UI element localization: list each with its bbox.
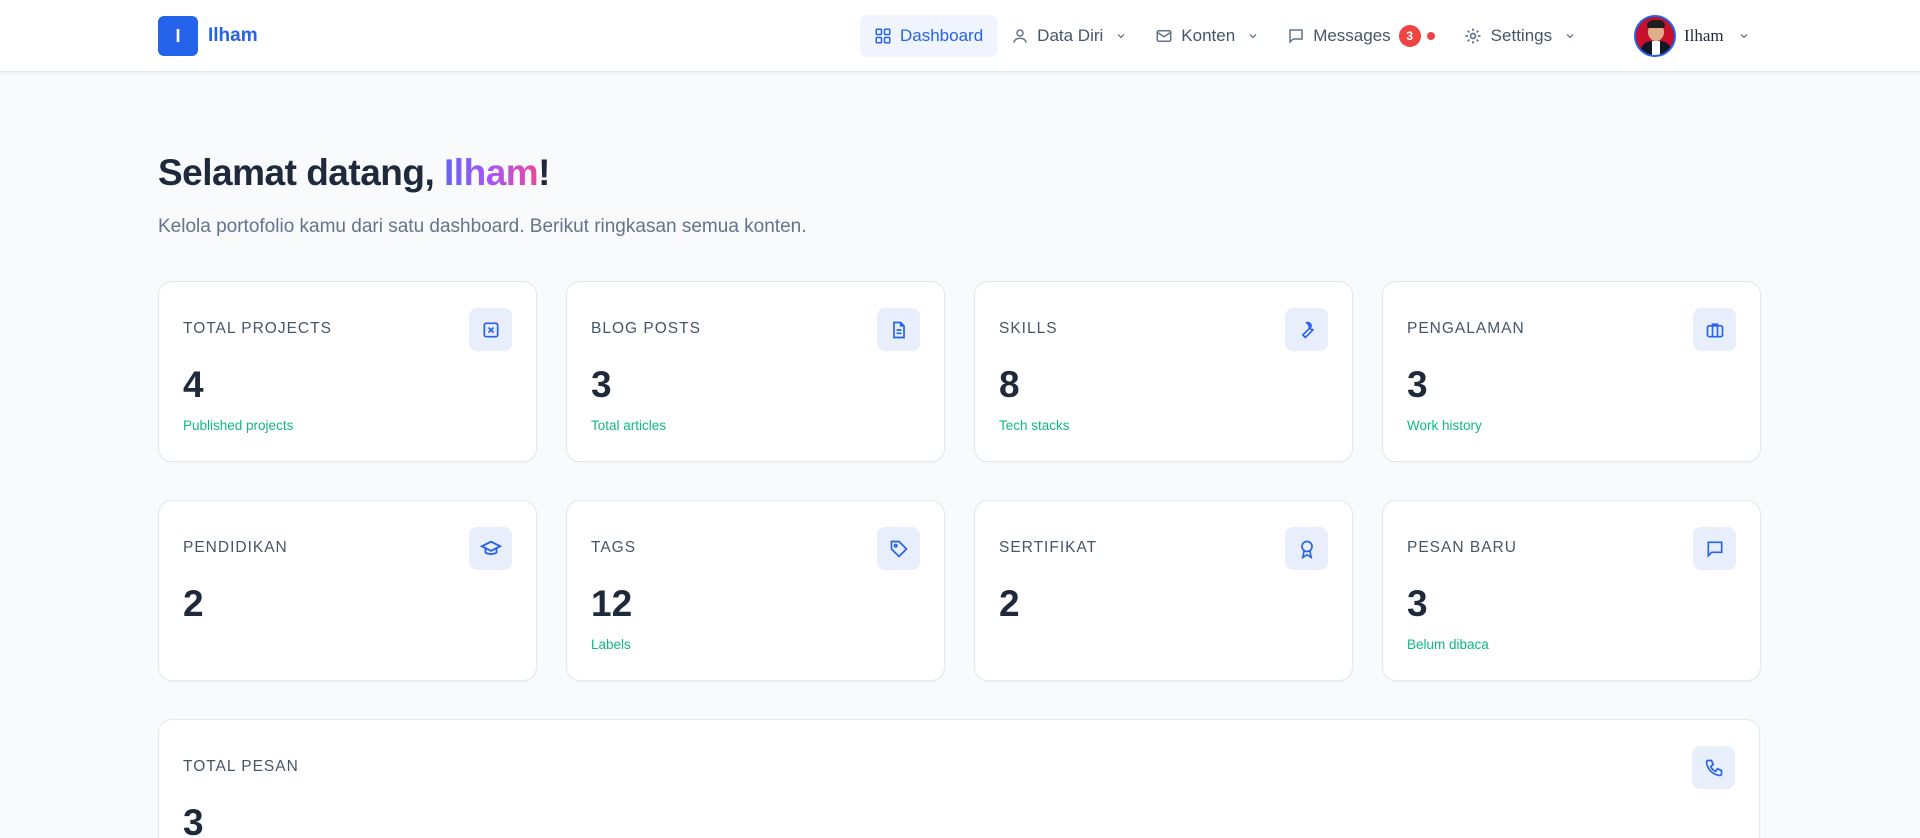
chevron-down-icon xyxy=(1249,34,1257,39)
chevron-down-icon xyxy=(1566,34,1574,39)
stat-value: 8 xyxy=(999,364,1020,405)
project-icon xyxy=(469,308,512,351)
messages-count-badge: 3 xyxy=(1398,25,1421,47)
avatar xyxy=(1634,15,1676,57)
phone-icon xyxy=(1692,746,1735,789)
stat-value: 3 xyxy=(591,364,612,405)
message-icon xyxy=(1693,527,1736,570)
document-icon xyxy=(877,308,920,351)
graduation-cap-icon xyxy=(469,527,512,570)
tag-icon xyxy=(877,527,920,570)
stat-label: PENGALAMAN xyxy=(1407,320,1525,337)
stat-label: SKILLS xyxy=(999,320,1058,337)
stat-value: 2 xyxy=(999,583,1020,624)
stat-value: 4 xyxy=(183,364,204,405)
unread-dot xyxy=(1426,32,1435,40)
stat-card-total-pesan: TOTAL PESAN 3 xyxy=(158,719,1760,838)
stat-note: Work history xyxy=(1407,418,1482,433)
stat-note: Total articles xyxy=(591,418,667,433)
stat-label: TAGS xyxy=(591,539,637,556)
brand-logo: I xyxy=(158,16,198,56)
nav-data-diri-label: Data Diri xyxy=(1037,26,1104,45)
page-subtitle: Kelola portofolio kamu dari satu dashboa… xyxy=(158,216,807,237)
nav-konten[interactable]: Konten xyxy=(1141,15,1273,57)
stat-note: Labels xyxy=(591,637,631,652)
stat-note: Belum dibaca xyxy=(1407,637,1489,652)
title-prefix: Selamat datang, xyxy=(158,152,445,193)
stat-label: PENDIDIKAN xyxy=(183,539,288,556)
award-icon xyxy=(1285,527,1328,570)
nav-messages-label: Messages xyxy=(1313,26,1391,45)
chat-bubble-icon xyxy=(1289,29,1303,44)
mail-icon xyxy=(1156,30,1172,42)
brand-home-link[interactable]: I Ilham xyxy=(158,16,258,56)
stat-value: 3 xyxy=(1407,364,1428,405)
stat-label: BLOG POSTS xyxy=(591,320,701,337)
stat-card-blog-posts: BLOG POSTS 3 Total articles xyxy=(566,281,945,462)
chevron-down-icon xyxy=(1117,34,1125,39)
stat-note: Tech stacks xyxy=(999,418,1070,433)
wrench-icon xyxy=(1285,308,1328,351)
page-title: Selamat datang, Ilham! xyxy=(158,152,550,194)
stat-label: SERTIFIKAT xyxy=(999,539,1098,556)
nav-settings[interactable]: Settings xyxy=(1449,15,1590,57)
user-icon xyxy=(1013,29,1027,43)
title-suffix: ! xyxy=(538,152,550,193)
main-nav: Dashboard Data Diri Konten Messages 3 Se… xyxy=(860,15,1590,57)
user-name: Ilham xyxy=(1684,26,1724,45)
stat-card-total-projects: TOTAL PROJECTS 4 Published projects xyxy=(158,281,537,462)
briefcase-icon xyxy=(1693,308,1736,351)
stat-label: PESAN BARU xyxy=(1407,539,1517,556)
stat-card-sertifikat: SERTIFIKAT 2 xyxy=(974,500,1353,681)
stat-value: 3 xyxy=(1407,583,1428,624)
chevron-down-icon xyxy=(1740,34,1748,39)
stat-card-pendidikan: PENDIDIKAN 2 xyxy=(158,500,537,681)
settings-tools-icon xyxy=(1465,28,1481,44)
stat-label: TOTAL PESAN xyxy=(183,758,299,775)
stat-card-skills: SKILLS 8 Tech stacks xyxy=(974,281,1353,462)
user-menu[interactable]: Ilham xyxy=(1634,15,1750,57)
stat-note: Published projects xyxy=(183,418,294,433)
nav-konten-label: Konten xyxy=(1181,26,1236,45)
nav-data-diri[interactable]: Data Diri xyxy=(997,15,1141,57)
stat-value: 2 xyxy=(183,583,204,624)
stat-card-pengalaman: PENGALAMAN 3 Work history xyxy=(1382,281,1761,462)
stat-value: 3 xyxy=(183,802,204,838)
stat-card-pesan-baru: PESAN BARU 3 Belum dibaca xyxy=(1382,500,1761,681)
stat-label: TOTAL PROJECTS xyxy=(183,320,332,337)
brand-name: Ilham xyxy=(208,25,258,46)
nav-messages[interactable]: Messages 3 xyxy=(1273,15,1448,57)
dashboard-grid-icon xyxy=(875,28,891,44)
nav-settings-label: Settings xyxy=(1490,26,1553,45)
nav-dashboard-label: Dashboard xyxy=(900,26,984,45)
title-name: Ilham xyxy=(444,152,539,193)
nav-dashboard[interactable]: Dashboard xyxy=(860,15,998,57)
top-navbar: I Ilham Dashboard Data Diri Konten Messa… xyxy=(0,0,1920,72)
stat-value: 12 xyxy=(591,583,633,624)
stat-card-tags: TAGS 12 Labels xyxy=(566,500,945,681)
